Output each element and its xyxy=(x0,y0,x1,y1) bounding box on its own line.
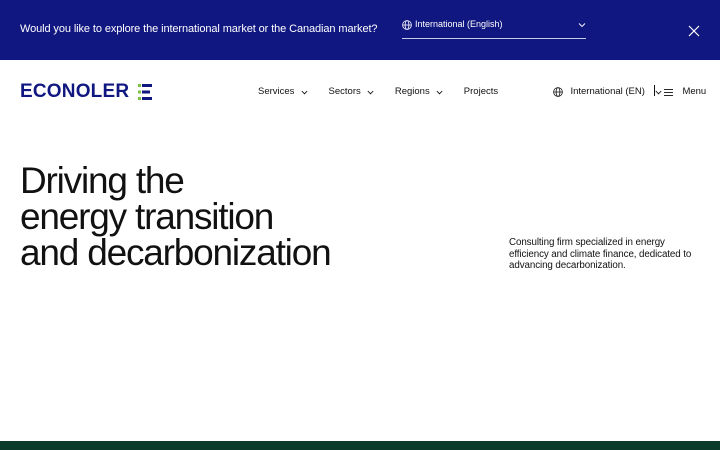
hamburger-icon xyxy=(664,89,673,96)
nav-item-label: Services xyxy=(258,86,295,97)
globe-icon xyxy=(402,20,412,30)
nav-item-regions[interactable]: Regions xyxy=(395,86,444,98)
chevron-down-icon xyxy=(655,90,662,95)
language-label: International (EN) xyxy=(570,86,645,97)
menu-label: Menu xyxy=(682,86,707,97)
hero-title: Driving the energy transition and decarb… xyxy=(20,160,490,273)
logo-wordmark: ECONOLER xyxy=(20,81,130,102)
hero-title-line: energy transition xyxy=(20,196,274,237)
hero-title-line: and decarbonization xyxy=(20,232,332,273)
chevron-down-icon xyxy=(436,90,443,95)
nav-item-label: Regions xyxy=(394,86,430,97)
main-nav: Services Sectors Regions Projects xyxy=(258,86,514,98)
nav-item-label: Sectors xyxy=(328,86,361,97)
nav-item-label: Projects xyxy=(463,86,499,97)
menu-button[interactable]: Menu xyxy=(664,86,706,98)
nav-item-projects[interactable]: Projects xyxy=(464,86,498,98)
close-icon[interactable] xyxy=(687,24,701,38)
hero-description: Consulting firm specialized in energy ef… xyxy=(509,237,692,271)
language-select[interactable]: International (EN) xyxy=(553,86,662,98)
econoler-logo[interactable]: ECONOLER xyxy=(20,81,152,102)
footer-band xyxy=(0,441,720,450)
econoler-e-mark-icon xyxy=(137,84,152,100)
market-select-value: International (English) xyxy=(415,19,503,29)
market-question: Would you like to explore the internatio… xyxy=(20,23,378,35)
globe-icon xyxy=(553,87,563,97)
header-divider xyxy=(654,85,655,96)
chevron-down-icon xyxy=(578,23,586,28)
nav-item-services[interactable]: Services xyxy=(258,86,308,98)
chevron-down-icon xyxy=(301,90,308,95)
nav-item-sectors[interactable]: Sectors xyxy=(329,86,375,98)
chevron-down-icon xyxy=(367,90,374,95)
market-banner: Would you like to explore the internatio… xyxy=(0,0,720,60)
market-select[interactable]: International (English) xyxy=(402,18,586,39)
hero-title-line: Driving the xyxy=(20,160,185,201)
